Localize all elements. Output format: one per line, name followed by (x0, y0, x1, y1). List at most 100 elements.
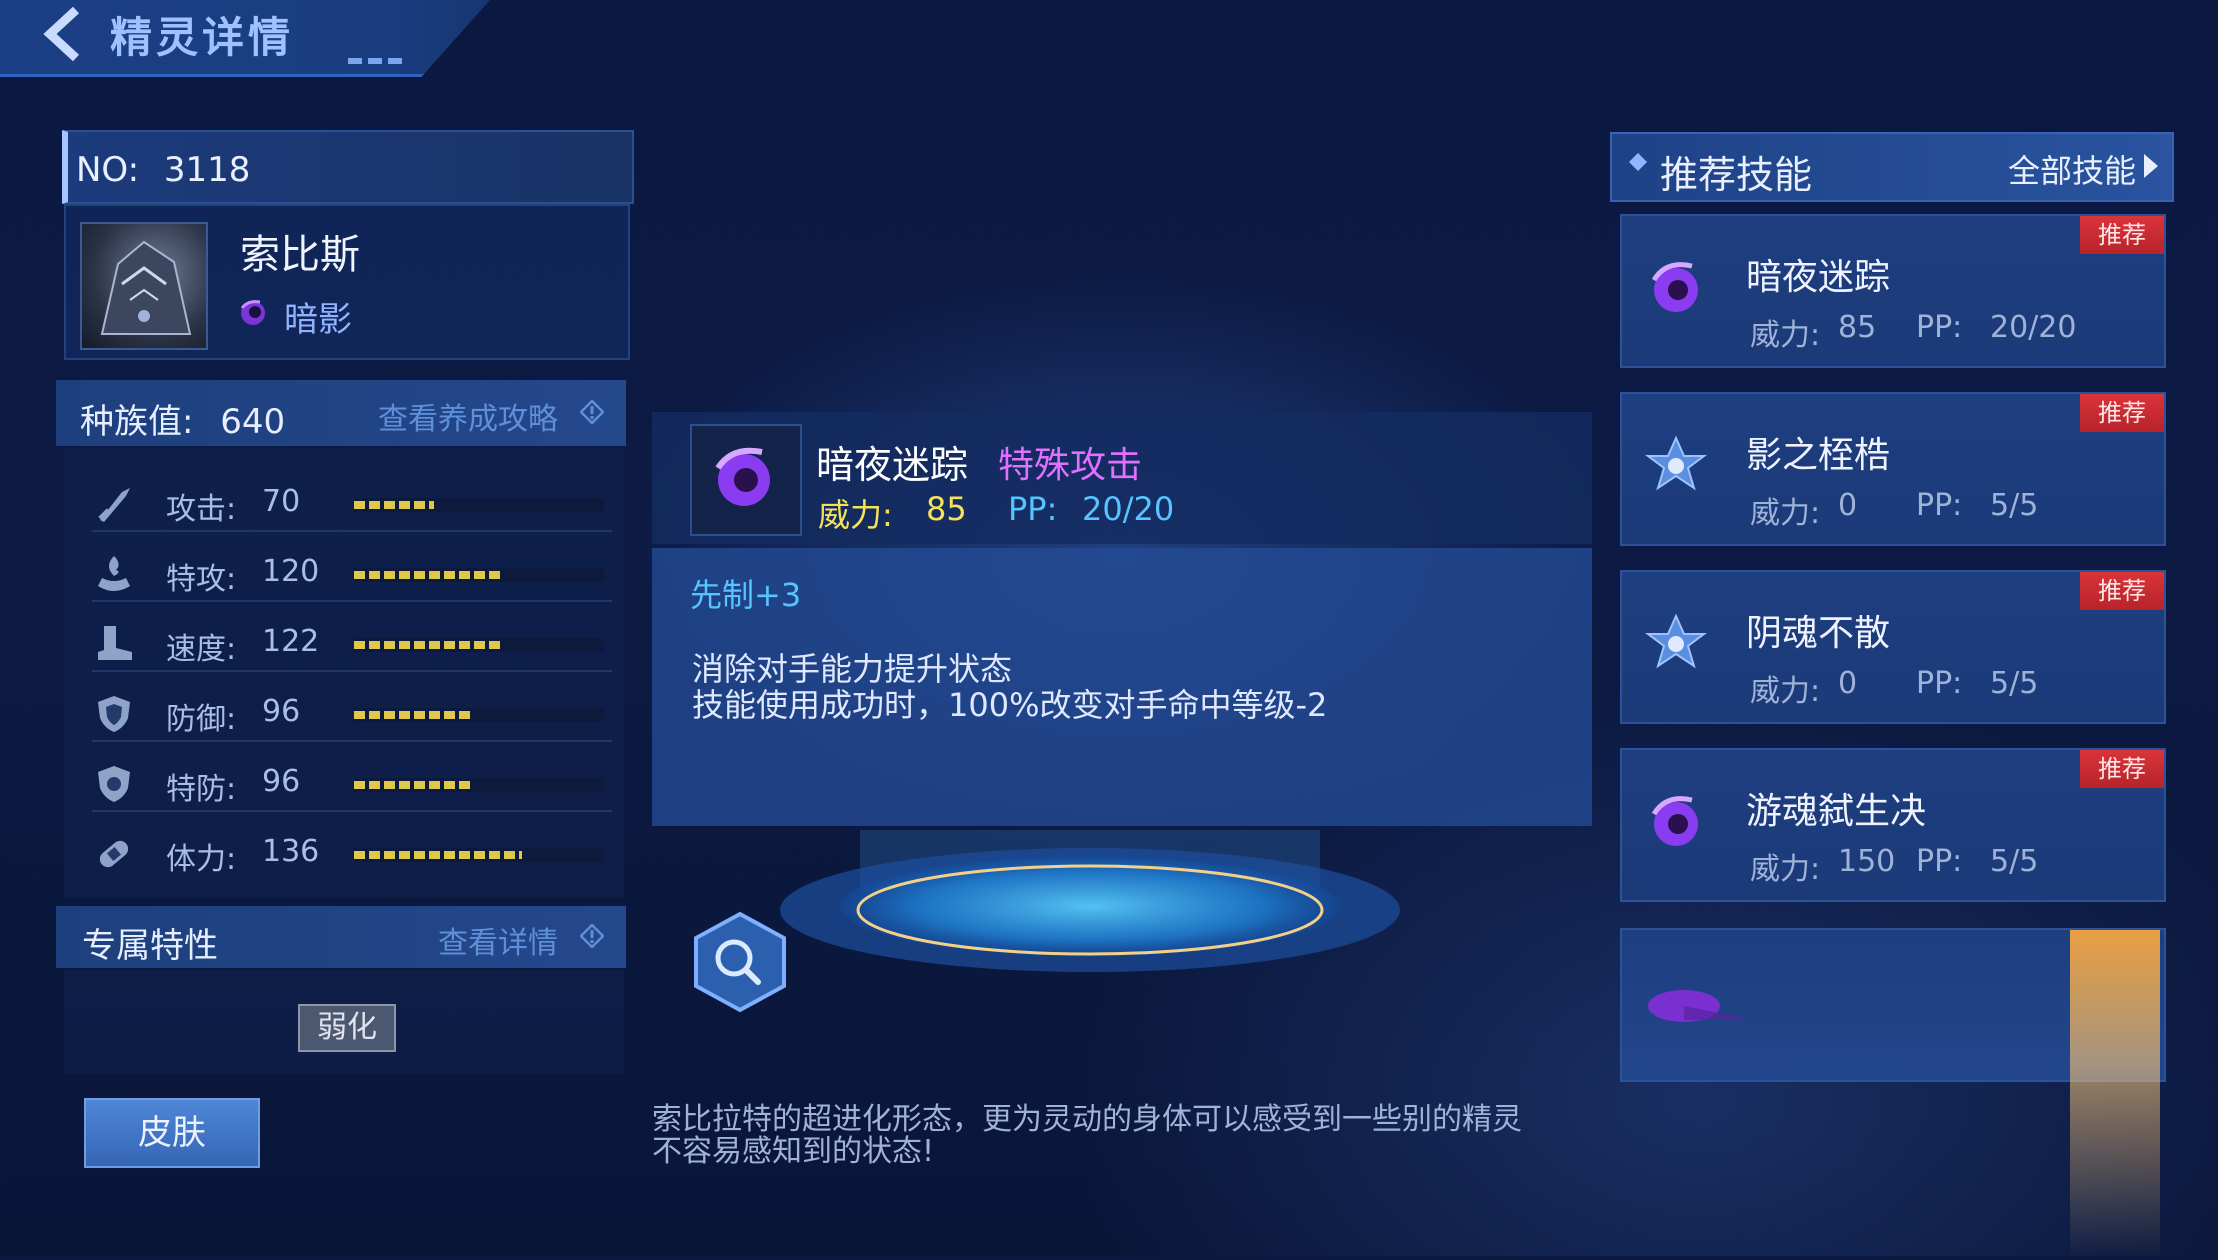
divider (92, 810, 612, 812)
status-star-icon (1645, 435, 1707, 491)
skill-power-label: 威力: (818, 496, 893, 534)
skill-pp-label: PP: (1916, 844, 1963, 879)
shadow-swirl-icon (1648, 990, 1754, 1022)
stat-row-special-attack: 特攻: 120 (92, 544, 612, 600)
skill-priority: 先制+3 (690, 576, 802, 614)
skill-pp-label: PP: (1008, 490, 1058, 528)
sprite-description: 不容易感知到的状态! (652, 1134, 935, 1169)
sword-icon (98, 488, 130, 522)
diamond-bullet-icon (1629, 153, 1647, 171)
stat-value: 120 (262, 554, 320, 589)
base-stats-total-value: 640 (220, 402, 286, 442)
shadow-type-icon (240, 300, 265, 325)
skill-pp-value: 20/20 (1082, 490, 1175, 528)
stat-value: 96 (262, 694, 301, 729)
skill-name: 暗夜迷踪 (1746, 257, 1891, 298)
skin-button[interactable]: 皮肤 (84, 1098, 260, 1168)
skill-power-value: 0 (1838, 666, 1858, 701)
stat-bar (354, 848, 604, 862)
special-shield-icon (98, 766, 130, 802)
stat-bar-fill (354, 851, 522, 859)
trait-details-link[interactable]: 查看详情 (438, 918, 558, 962)
stat-value: 96 (262, 764, 301, 799)
shadow-swirl-icon (1651, 796, 1698, 846)
stat-label: 防御: (166, 702, 237, 737)
status-star-icon (1645, 613, 1707, 669)
shield-icon (98, 696, 130, 732)
stat-bar-fill (354, 781, 472, 789)
skill-name: 阴魂不散 (1746, 613, 1891, 654)
divider (92, 530, 612, 532)
skill-power-label: 威力: (1750, 852, 1821, 887)
sprite-number-value: 3118 (163, 150, 251, 190)
recommended-skill-card[interactable]: 阴魂不散 威力: 0 PP: 5/5 推荐 (1620, 570, 2166, 724)
stat-bar-fill (354, 501, 434, 509)
skill-power-value: 150 (1838, 844, 1896, 879)
recommend-badge: 推荐 (2080, 394, 2164, 432)
stat-row-defense: 防御: 96 (92, 684, 612, 740)
stat-label: 特攻: (166, 562, 237, 597)
stat-bar (354, 498, 604, 512)
skill-name: 影之桎梏 (1746, 435, 1891, 476)
stat-bar-fill (354, 641, 504, 649)
sprite-number: NO: 3118 (76, 150, 250, 190)
stat-row-hp: 体力: 136 (92, 824, 612, 880)
skill-detail-category: 特殊攻击 (998, 445, 1143, 486)
trait-badge[interactable]: 弱化 (298, 1004, 396, 1052)
skill-power-label: 威力: (1750, 318, 1821, 353)
exclusive-trait-title: 专属特性 (82, 926, 218, 966)
skill-pp-label: PP: (1916, 666, 1963, 701)
chevron-right-icon[interactable] (2142, 152, 2160, 180)
divider (92, 670, 612, 672)
back-arrow-icon[interactable] (36, 4, 96, 64)
diamond-info-icon[interactable] (580, 400, 604, 424)
sprite-number-label: NO: (76, 150, 140, 190)
shadow-swirl-icon (715, 447, 770, 506)
divider (92, 600, 612, 602)
skill-power-label: 威力: (1750, 496, 1821, 531)
stat-value: 122 (262, 624, 320, 659)
stat-row-speed: 速度: 122 (92, 614, 612, 670)
bandage-icon (99, 840, 129, 868)
training-guide-link[interactable]: 查看养成攻略 (378, 394, 558, 438)
display-pedestal (780, 830, 1400, 972)
sprite-portrait (80, 222, 208, 350)
recommend-badge: 推荐 (2080, 750, 2164, 788)
skill-pp-label: PP: (1916, 488, 1963, 523)
base-stats-total: 种族值: 640 (80, 394, 285, 443)
shadow-swirl-icon (1651, 262, 1698, 312)
page-title: 精灵详情 (110, 13, 295, 62)
stat-row-special-defense: 特防: 96 (92, 754, 612, 810)
stat-bar-fill (354, 711, 472, 719)
skill-pp-label: PP: (1916, 310, 1963, 345)
skill-pp-value: 5/5 (1990, 844, 2039, 879)
skill-name: 游魂弑生决 (1746, 791, 1927, 832)
diamond-info-icon[interactable] (580, 924, 604, 948)
boot-icon (98, 626, 132, 660)
recommend-badge: 推荐 (2080, 572, 2164, 610)
sprite-type: 暗影 (284, 300, 352, 340)
fire-hand-icon (98, 556, 130, 591)
recommended-skill-card[interactable]: 影之桎梏 威力: 0 PP: 5/5 推荐 (1620, 392, 2166, 546)
skill-power-value: 0 (1838, 488, 1858, 523)
sprite-name: 索比斯 (240, 232, 360, 278)
stat-bar (354, 708, 604, 722)
skill-pp-value: 20/20 (1990, 310, 2077, 345)
skill-power-value: 85 (1838, 310, 1877, 345)
stat-value: 136 (262, 834, 320, 869)
light-beam-effect (2070, 930, 2160, 1260)
base-stats-total-label: 种族值: (80, 402, 194, 442)
skill-effect-line: 技能使用成功时，100%改变对手命中等级-2 (692, 686, 1328, 724)
divider (92, 740, 612, 742)
zoom-magnifier-button[interactable] (688, 910, 792, 1014)
stat-value: 70 (262, 484, 301, 519)
stat-row-attack: 攻击: 70 (92, 474, 612, 530)
stat-label: 攻击: (166, 492, 237, 527)
recommended-skill-card[interactable]: 暗夜迷踪 威力: 85 PP: 20/20 推荐 (1620, 214, 2166, 368)
recommended-skill-card[interactable]: 游魂弑生决 威力: 150 PP: 5/5 推荐 (1620, 748, 2166, 902)
skill-power-label: 威力: (1750, 674, 1821, 709)
recommend-badge: 推荐 (2080, 216, 2164, 254)
stat-bar-fill (354, 571, 502, 579)
all-skills-link[interactable]: 全部技能 (2008, 146, 2136, 192)
header-decoration (348, 58, 404, 64)
